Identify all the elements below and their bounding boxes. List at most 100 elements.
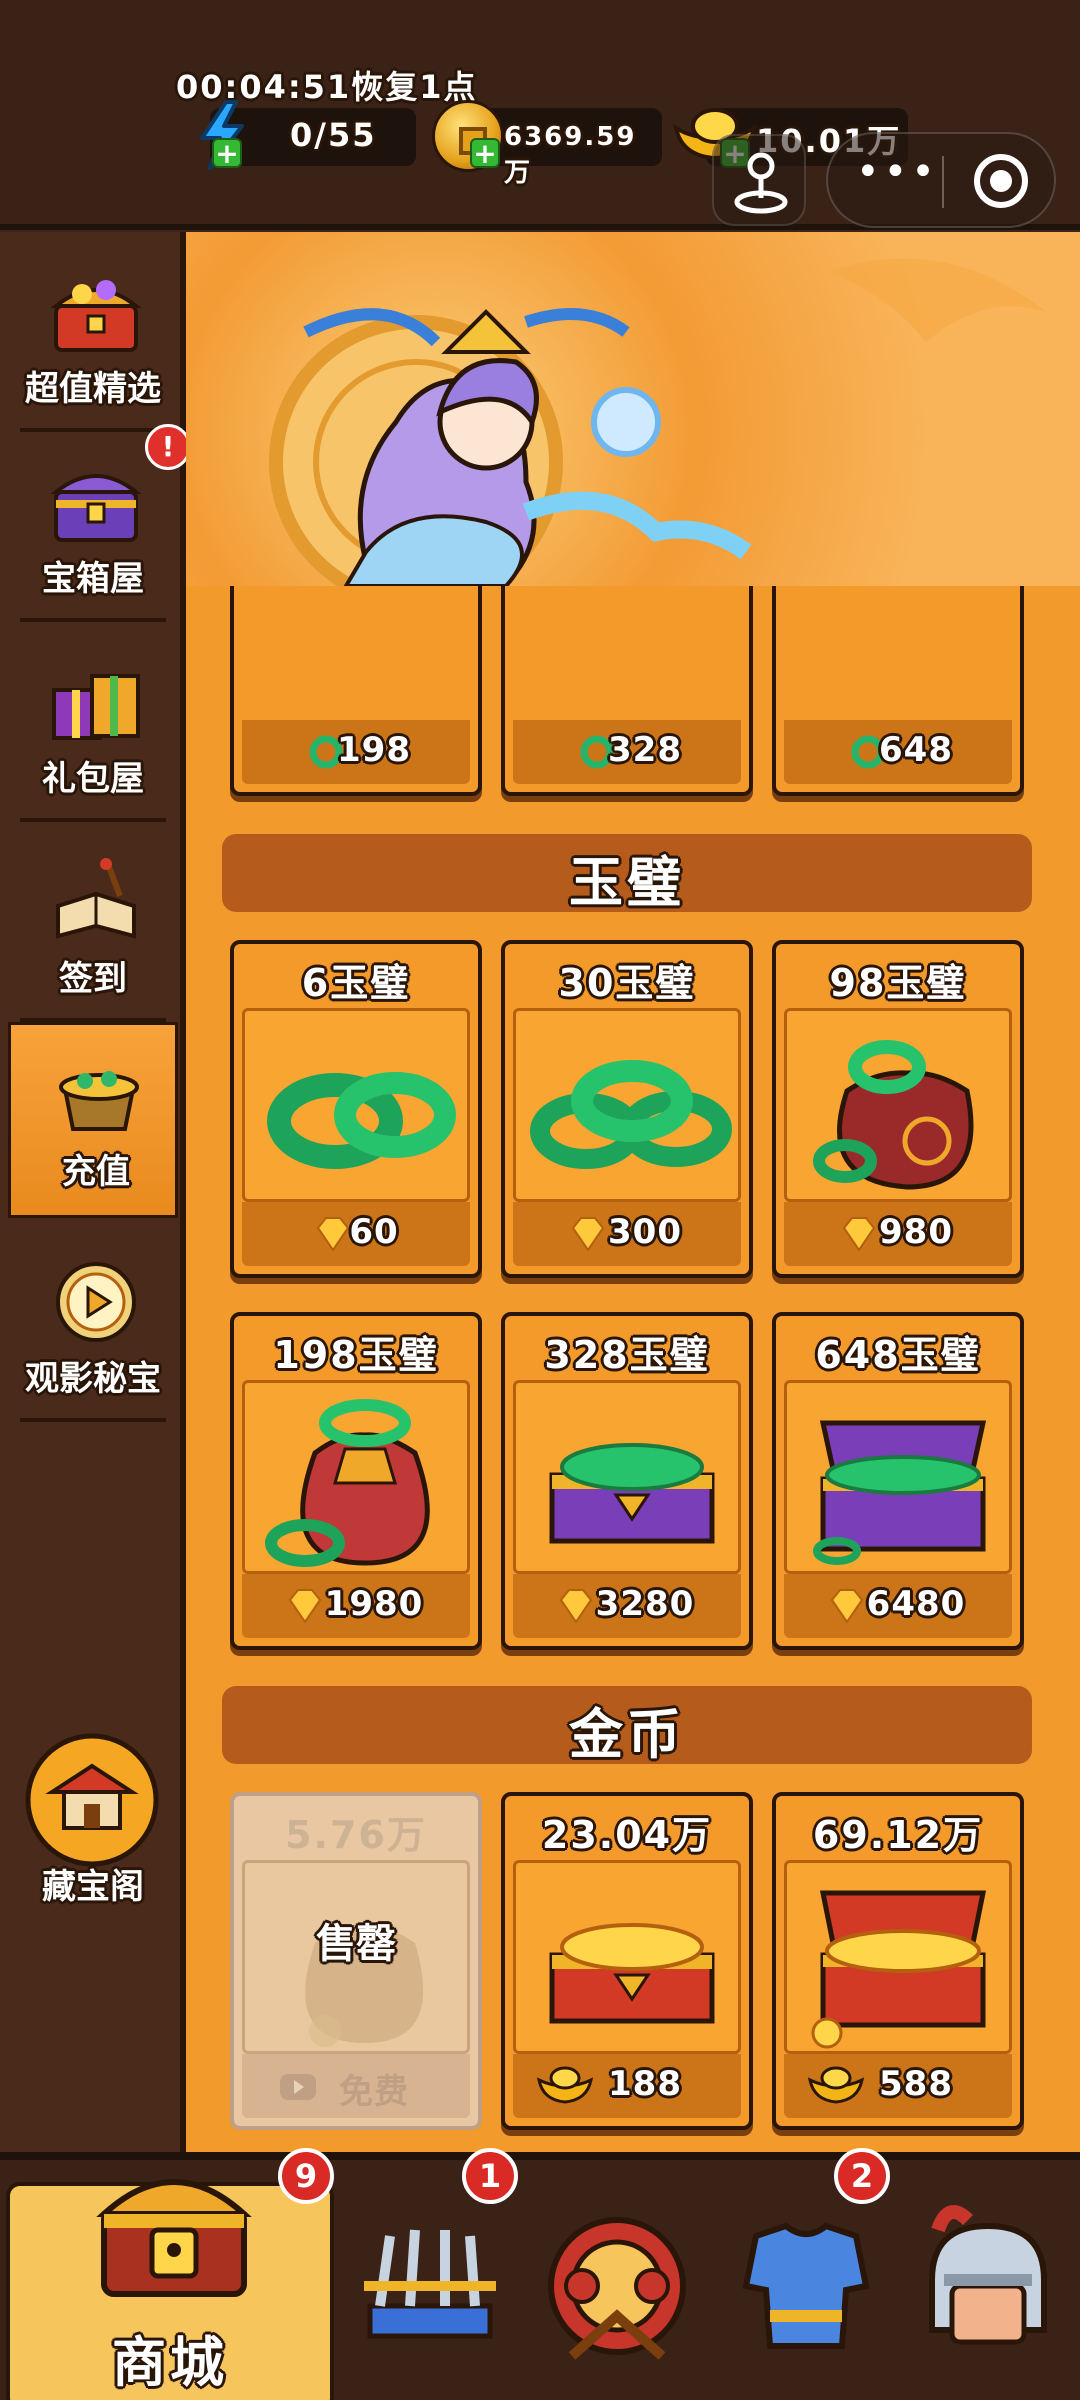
price-label: 198 [337,730,411,770]
gift-box-icon [52,674,140,740]
price-label: 588 [879,2064,953,2104]
product-image-frame [784,1380,1012,1574]
section-title: 金币 [569,1703,685,1766]
product-card[interactable]: 98玉璧 980 [772,940,1024,1278]
add-energy-button[interactable]: + [212,138,242,168]
shop-content[interactable]: 198 328 648 玉璧 6玉璧 60 30玉璧 300 98玉璧 980 … [186,232,1080,2152]
product-card[interactable]: 648玉璧 6480 [772,1312,1024,1650]
jade-big-bag-icon [265,1399,430,1567]
sidebar-item-gift-house[interactable]: 礼包屋 [8,632,178,822]
nav-tab-label: 商城 [112,2331,228,2394]
sidebar-item-label: 超值精选 [25,369,161,409]
coin-chest-icon [811,1890,987,2049]
treasure-chest-icon [96,2179,252,2297]
joystick-icon [734,152,788,214]
sidebar-item-label: 签到 [59,959,127,999]
weapon-rack-icon [364,2229,496,2339]
price-bar: 980 [784,1202,1012,1266]
price-label: 328 [608,730,682,770]
product-image-frame [513,1008,741,1202]
treasure-chest-icon [50,280,142,352]
sidebar-item-label: 藏宝阁 [42,1867,144,1907]
product-title: 69.12万 [812,1813,984,1857]
section-title: 玉璧 [569,851,685,914]
price-bar: 免费 [242,2054,470,2118]
sidebar-item-video-treasure[interactable]: 观影秘宝 [8,1232,178,1422]
hero-character-illustration [269,258,1046,586]
sidebar-item-check-in[interactable]: 签到 [8,832,178,1022]
category-sidebar: 超值精选 宝箱屋 礼包屋 签到 充值 观影秘宝 藏宝阁 [0,232,186,2152]
product-image-frame [242,1380,470,1574]
joystick-button[interactable] [712,134,806,226]
price-bar: 60 [242,1202,470,1266]
product-card[interactable]: 328玉璧 3280 [501,1312,753,1650]
product-card[interactable]: 30玉璧 300 [501,940,753,1278]
hero-banner [186,232,1080,586]
product-card[interactable]: 198玉璧 1980 [230,1312,482,1650]
price-label: 3280 [595,1584,695,1624]
alert-badge: ! [145,424,191,470]
notification-badge: 1 [462,2148,518,2204]
sidebar-divider [20,818,166,822]
product-card[interactable]: 23.04万 188 [501,1792,753,2130]
sidebar-item-treasure-pavilion[interactable]: 藏宝阁 [8,1722,178,1922]
price-label: 188 [608,2064,682,2104]
sidebar-item-label: 礼包屋 [42,759,144,799]
nav-tab-battle[interactable] [526,2176,706,2400]
product-title: 23.04万 [541,1813,713,1857]
sidebar-item-label: 宝箱屋 [42,559,144,599]
jade-pile-icon [530,1060,732,1169]
coin-value: 6369.59万 [504,122,637,188]
product-image-frame [784,1008,1012,1202]
sidebar-item-recharge[interactable]: 充值 [8,1022,178,1218]
video-play-icon [56,1262,136,1342]
product-image-frame [784,1860,1012,2054]
energy-value: 0/55 [290,116,377,154]
price-bar: 3280 [513,1574,741,1638]
product-title: 5.76万 [285,1813,427,1857]
price-bar: 588 [784,2054,1012,2118]
section-header-jade: 玉璧 [222,834,1032,914]
capsule-divider [942,156,944,208]
mini-program-capsule: ••• [826,132,1056,228]
sidebar-divider [20,618,166,622]
scroll-book-icon [56,858,136,939]
product-card[interactable]: 6玉璧 60 [230,940,482,1278]
war-drum-icon [548,2217,686,2360]
price-label: 60 [349,1212,399,1252]
price-bar: 198 [242,720,470,784]
product-image-frame [242,1008,470,1202]
jade-pot-icon [59,1071,139,1131]
top-resource-bar: 00:04:51恢复1点 0/55 + 6369.59万 + 10.01万 + … [0,0,1080,230]
price-label: 980 [879,1212,953,1252]
price-label: 6480 [866,1584,966,1624]
nav-tab-shop[interactable]: 商城 [6,2179,334,2400]
sidebar-divider [20,1418,166,1422]
price-bar: 188 [513,2054,741,2118]
jade-chest-icon [813,1420,987,1565]
price-bar: 6480 [784,1574,1012,1638]
sidebar-item-label: 观影秘宝 [25,1359,161,1399]
more-options-icon[interactable]: ••• [856,152,935,198]
purple-chest-icon [50,474,142,542]
close-target-icon[interactable] [974,154,1028,208]
nav-tab-arsenal[interactable] [340,2176,520,2400]
coin-box-icon [549,1923,715,2024]
nav-tab-equipment[interactable] [712,2176,892,2400]
jade-box-icon [549,1443,715,1544]
price-label: 648 [879,730,953,770]
sidebar-item-label: 充值 [62,1152,130,1192]
product-title: 648玉璧 [815,1333,981,1377]
price-label: 免费 [339,2072,409,2112]
product-card[interactable]: 69.12万 588 [772,1792,1024,2130]
price-bar: 300 [513,1202,741,1266]
section-header-gold: 金币 [222,1686,1032,1766]
product-title: 328玉璧 [544,1333,710,1377]
nav-tab-hero[interactable] [898,2176,1078,2400]
price-label: 300 [608,1212,682,1252]
notification-badge: 9 [278,2148,334,2204]
sidebar-item-super-value[interactable]: 超值精选 [8,242,178,432]
product-title: 30玉璧 [558,961,696,1005]
product-title: 98玉璧 [829,961,967,1005]
add-coin-button[interactable]: + [470,138,500,168]
